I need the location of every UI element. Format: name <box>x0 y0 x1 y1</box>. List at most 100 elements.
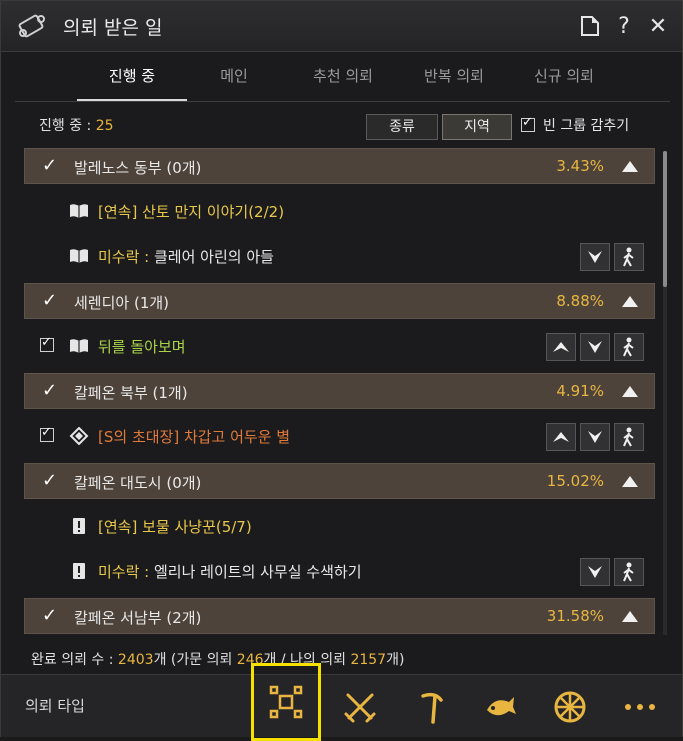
type-trade-button[interactable] <box>535 679 605 735</box>
list-scrollbar[interactable] <box>663 151 667 635</box>
collapse-icon[interactable] <box>622 161 638 172</box>
filter-kind-button[interactable]: 종류 <box>366 114 438 140</box>
pickaxe-icon <box>421 692 443 724</box>
type-all-button[interactable] <box>251 663 321 741</box>
move-down-button[interactable] <box>580 243 610 271</box>
collapse-icon[interactable] <box>622 611 638 622</box>
quest-row[interactable]: [S의 초대장] 차갑고 어두운 별 <box>24 418 655 454</box>
title-bar[interactable]: 의뢰 받은 일 ? ✕ <box>1 1 682 52</box>
collapse-icon[interactable] <box>622 476 638 487</box>
close-icon: ✕ <box>648 13 668 39</box>
check-icon: ✓ <box>42 380 58 401</box>
collapse-icon[interactable] <box>622 386 638 397</box>
exclamation-scroll-icon <box>73 563 85 579</box>
move-up-button[interactable] <box>546 333 576 361</box>
scroll-thumb[interactable] <box>663 151 667 287</box>
walker-icon <box>623 337 634 357</box>
chevron-up-icon <box>553 432 569 442</box>
walker-icon <box>623 562 634 582</box>
quest-title: [연속] 보물 사냥꾼(5/7) <box>98 518 252 536</box>
type-combat-button[interactable] <box>325 679 395 735</box>
book-icon <box>70 204 88 218</box>
group-name: 칼페온 서남부 (2개) <box>74 609 202 627</box>
hide-empty-toggle[interactable]: 빈 그룹 감추기 <box>521 115 629 135</box>
navigate-button[interactable] <box>614 243 644 271</box>
navigate-button[interactable] <box>614 558 644 586</box>
navigate-button[interactable] <box>614 423 644 451</box>
window-title: 의뢰 받은 일 <box>63 17 163 39</box>
walker-icon <box>623 427 634 447</box>
quest-window: 의뢰 받은 일 ? ✕ 진행 중 메인 추천 의뢰 반복 의뢰 신규 의뢰 진행… <box>0 0 683 741</box>
note-button[interactable] <box>578 13 602 39</box>
wagon-wheel-icon <box>554 691 586 723</box>
move-up-button[interactable] <box>546 423 576 451</box>
navigate-button[interactable] <box>614 333 644 361</box>
question-icon: ? <box>618 13 630 39</box>
quest-title: 뒤를 돌아보며 <box>98 338 186 356</box>
document-icon <box>581 16 599 36</box>
move-down-button[interactable] <box>580 333 610 361</box>
check-icon: ✓ <box>42 155 58 176</box>
completed-label: 완료 의뢰 수 : <box>31 652 118 668</box>
completed-unit: 개 (가문 의뢰 <box>153 652 237 668</box>
tab-main[interactable]: 메인 <box>179 53 289 99</box>
group-row[interactable]: ✓ 칼페온 북부 (1개) 4.91% <box>24 373 655 409</box>
check-icon: ✓ <box>42 470 58 491</box>
quest-checkbox[interactable] <box>40 335 54 352</box>
group-percent: 15.02% <box>546 472 604 490</box>
quest-title: [S의 초대장] 차갑고 어두운 별 <box>98 428 291 446</box>
chevron-up-icon <box>553 342 569 352</box>
quest-title: 미수락 : 클레어 아린의 아들 <box>98 246 274 267</box>
tab-bar: 진행 중 메인 추천 의뢰 반복 의뢰 신규 의뢰 <box>15 53 670 102</box>
group-row[interactable]: ✓ 칼페온 대도시 (0개) 15.02% <box>24 463 655 499</box>
quest-type-bar: 의뢰 타입 <box>1 663 682 741</box>
completed-total: 2403 <box>117 652 154 668</box>
move-down-button[interactable] <box>580 423 610 451</box>
quest-checkbox[interactable] <box>40 425 54 442</box>
filter-region-button[interactable]: 지역 <box>442 114 512 140</box>
chevron-down-icon <box>588 251 602 263</box>
chevron-down-icon <box>588 431 602 443</box>
quest-row[interactable]: [연속] 보물 사냥꾼(5/7) <box>24 508 655 544</box>
quest-list: ✓ 발레노스 동부 (0개) 3.43% [연속] 산토 만지 이야기(2/2)… <box>24 148 655 638</box>
close-button[interactable]: ✕ <box>646 13 670 39</box>
quest-title-text: 클레어 아린의 아들 <box>154 248 274 266</box>
group-name: 세렌디아 (1개) <box>74 294 170 312</box>
tab-recommended[interactable]: 추천 의뢰 <box>288 53 398 99</box>
hide-empty-checkbox[interactable] <box>521 115 535 132</box>
group-name: 칼페온 대도시 (0개) <box>74 474 202 492</box>
quest-row[interactable]: 미수락 : 클레어 아린의 아들 <box>24 238 655 274</box>
collapse-icon[interactable] <box>622 296 638 307</box>
group-percent: 31.58% <box>546 607 604 625</box>
more-icon <box>625 704 655 710</box>
type-gathering-button[interactable] <box>397 679 467 735</box>
move-down-button[interactable] <box>580 558 610 586</box>
group-row[interactable]: ✓ 발레노스 동부 (0개) 3.43% <box>24 148 655 184</box>
quest-row[interactable]: 미수락 : 엘리나 레이트의 사무실 수색하기 <box>24 553 655 589</box>
crossed-swords-icon <box>344 693 376 723</box>
group-row[interactable]: ✓ 세렌디아 (1개) 8.88% <box>24 283 655 319</box>
quest-title-text: 엘리나 레이트의 사무실 수색하기 <box>154 563 362 581</box>
tab-in-progress[interactable]: 진행 중 <box>77 53 187 101</box>
progress-label: 진행 중 : <box>39 118 96 134</box>
group-name: 발레노스 동부 (0개) <box>74 159 202 177</box>
hide-empty-label: 빈 그룹 감추기 <box>543 118 630 134</box>
exclamation-scroll-icon <box>73 518 85 534</box>
diamond-quest-icon <box>69 427 89 445</box>
type-more-button[interactable] <box>605 679 675 735</box>
my-count: 2157 <box>350 652 387 668</box>
quest-row[interactable]: 뒤를 돌아보며 <box>24 328 655 364</box>
tab-new[interactable]: 신규 의뢰 <box>509 53 619 99</box>
group-percent: 8.88% <box>556 292 604 310</box>
group-row[interactable]: ✓ 칼페온 서남부 (2개) 31.58% <box>24 598 655 634</box>
type-fishing-button[interactable] <box>465 679 535 735</box>
group-name: 칼페온 북부 (1개) <box>74 384 188 402</box>
check-icon: ✓ <box>42 605 58 626</box>
help-button[interactable]: ? <box>612 13 636 39</box>
all-types-icon <box>269 685 303 719</box>
book-icon <box>70 249 88 263</box>
check-icon: ✓ <box>42 290 58 311</box>
quest-row[interactable]: [연속] 산토 만지 이야기(2/2) <box>24 193 655 229</box>
tab-repeat[interactable]: 반복 의뢰 <box>399 53 509 99</box>
quest-type-label: 의뢰 타입 <box>25 697 85 715</box>
